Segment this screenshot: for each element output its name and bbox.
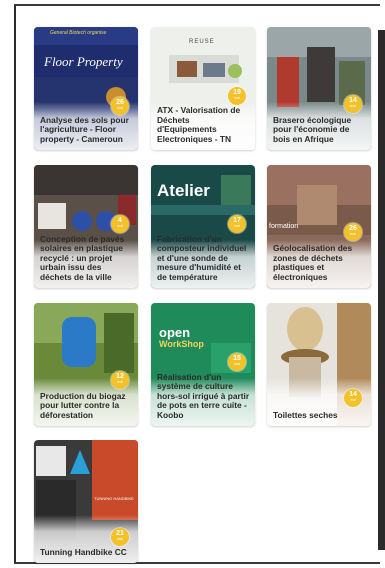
badge-sub: mai — [117, 224, 123, 228]
badge-count: 14 — [349, 97, 357, 104]
card-title: Réalisation d'un système de culture hors… — [157, 371, 250, 420]
thumb-text-a: REUSE — [189, 39, 215, 45]
badge-count: 12 — [116, 373, 124, 380]
card-title: Analyse des sols pour l'agriculture - Fl… — [40, 114, 129, 144]
badge-sub: mai — [234, 362, 240, 366]
card-title: Production du biogaz pour lutter contre … — [40, 390, 126, 420]
count-badge: 26 mai — [344, 223, 362, 241]
project-card[interactable]: REUSE 19 mai ATX - Valorisation de Déchet… — [151, 27, 255, 150]
thumb-text-a: open — [159, 325, 191, 340]
badge-count: 19 — [233, 89, 241, 96]
badge-count: 15 — [233, 355, 241, 362]
count-badge: 15 mai — [228, 353, 246, 371]
count-badge: 19 mai — [228, 87, 246, 105]
count-badge: 14 mai — [344, 389, 362, 407]
badge-sub: mai — [117, 380, 123, 384]
thumb-text-b: Floor Property — [44, 54, 123, 69]
project-card[interactable]: 14 mai Brasero écologique pour l'économie… — [267, 27, 371, 150]
badge-sub: mai — [350, 104, 356, 108]
project-card[interactable]: 12 mai Production du biogaz pour lutter c… — [34, 303, 138, 426]
thumb-text-a: Atelier — [157, 181, 210, 200]
count-badge: 17 mai — [228, 215, 246, 233]
badge-count: 4 — [118, 217, 122, 224]
thumb-text-b: WorkShop — [159, 339, 204, 349]
badge-count: 21 — [116, 530, 124, 537]
project-card[interactable]: Atelier 17 mai Fabrication d'un composteu… — [151, 165, 255, 288]
badge-sub: mai — [117, 537, 123, 541]
badge-sub: mai — [117, 106, 123, 110]
project-card[interactable]: 14 mai Toilettes seches — [267, 303, 371, 426]
badge-count: 26 — [116, 99, 124, 106]
badge-count: 14 — [349, 391, 357, 398]
count-badge: 14 mai — [344, 95, 362, 113]
badge-count: 17 — [233, 217, 241, 224]
thumb-text-a: TUNNING HANDBIKE — [94, 496, 134, 501]
count-badge: 21 mai — [111, 528, 129, 546]
card-title: Conception de pavés solaires en plastiqu… — [40, 233, 125, 282]
card-title: ATX - Valorisation de Déchets d'Equipeme… — [157, 105, 241, 144]
card-title: Brasero écologique pour l'économie de bo… — [273, 114, 352, 144]
count-badge: 26 mai — [111, 97, 129, 115]
project-card[interactable]: TUNNING HANDBIKE 21 mai Tunning Handbike … — [34, 440, 138, 563]
count-badge: 4 mai — [111, 215, 129, 233]
scrollbar[interactable] — [378, 30, 385, 550]
badge-sub: mai — [350, 398, 356, 402]
card-title: Géolocalisation des zones de déchets pla… — [273, 243, 353, 282]
card-title: Fabrication d'un composteur individuel e… — [157, 233, 247, 282]
project-card[interactable]: formation 26 mai Géolocalisation des zone… — [267, 165, 371, 288]
badge-sub: mai — [234, 96, 240, 100]
project-card[interactable]: General Biotech organise Floor Property … — [34, 27, 138, 150]
badge-sub: mai — [350, 232, 356, 236]
project-card[interactable]: 4 mai Conception de pavés solaires en pla… — [34, 165, 138, 288]
card-title: Tunning Handbike CC — [40, 546, 127, 557]
count-badge: 12 mai — [111, 371, 129, 389]
badge-count: 26 — [349, 225, 357, 232]
thumb-text-a: formation — [269, 223, 299, 230]
badge-sub: mai — [234, 224, 240, 228]
card-title: Toilettes seches — [273, 409, 338, 420]
thumb-text-a: General Biotech organise — [50, 30, 107, 36]
project-card[interactable]: open WorkShop 15 mai Réalisation d'un sys… — [151, 303, 255, 426]
